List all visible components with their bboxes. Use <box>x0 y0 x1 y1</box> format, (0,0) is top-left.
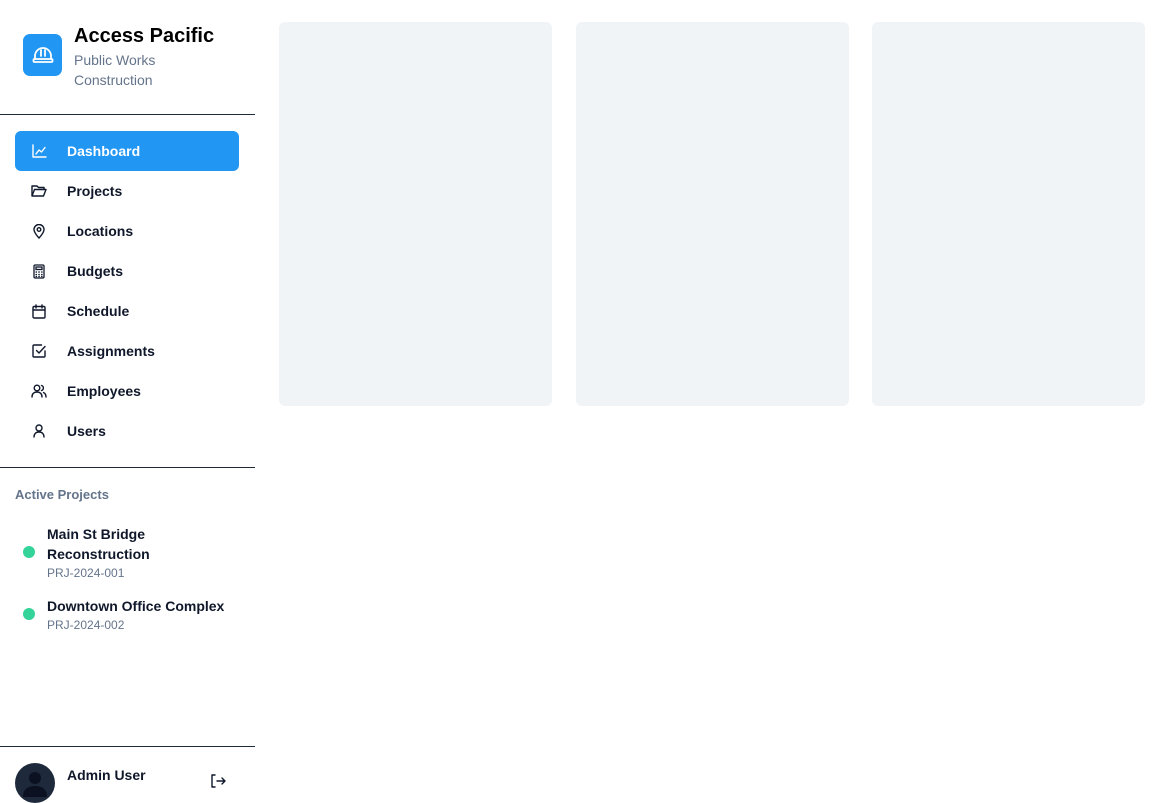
nav-label: Employees <box>67 383 141 399</box>
calculator-icon <box>31 263 47 279</box>
brand-header: Access Pacific Public Works Construction <box>0 0 255 115</box>
main-nav: Dashboard Projects Locations Budgets Sch… <box>15 131 239 451</box>
nav-label: Schedule <box>67 303 130 319</box>
status-dot-icon <box>23 608 35 620</box>
divider <box>0 467 255 468</box>
project-name: Downtown Office Complex <box>47 598 225 614</box>
nav-label: Projects <box>67 183 123 199</box>
calendar-icon <box>31 303 47 319</box>
sidebar: Access Pacific Public Works Construction… <box>0 0 255 803</box>
status-dot-icon <box>23 546 35 558</box>
app-subtitle: Public Works Construction <box>74 52 156 88</box>
app-title: Access Pacific <box>74 25 215 47</box>
folder-open-icon <box>31 183 47 199</box>
users-icon <box>31 383 47 399</box>
project-code: PRJ-2024-002 <box>47 618 125 632</box>
nav-label: Locations <box>67 223 134 239</box>
project-code: PRJ-2024-001 <box>47 566 125 580</box>
nav-item-dashboard[interactable]: Dashboard <box>15 131 239 171</box>
active-project-item[interactable]: Downtown Office Complex PRJ-2024-002 <box>23 596 243 636</box>
nav-item-projects[interactable]: Projects <box>15 171 239 211</box>
user-name: Admin User <box>67 767 146 783</box>
divider <box>0 746 255 747</box>
map-pin-icon <box>31 223 47 239</box>
nav-label: Users <box>67 423 106 439</box>
nav-label: Budgets <box>67 263 123 279</box>
dashboard-card-placeholder <box>576 22 849 406</box>
avatar[interactable] <box>15 763 55 803</box>
nav-item-schedule[interactable]: Schedule <box>15 291 239 331</box>
user-avatar-icon <box>23 772 47 797</box>
check-square-icon <box>31 343 47 359</box>
nav-label: Assignments <box>67 343 155 359</box>
user-icon <box>31 423 47 439</box>
project-name: Main St Bridge Reconstruction <box>47 526 150 562</box>
hard-hat-icon[interactable] <box>23 34 62 76</box>
nav-item-employees[interactable]: Employees <box>15 371 239 411</box>
nav-item-users[interactable]: Users <box>15 411 239 451</box>
active-projects-heading: Active Projects <box>15 487 109 502</box>
nav-item-locations[interactable]: Locations <box>15 211 239 251</box>
chart-line-icon <box>31 143 47 159</box>
dashboard-card-placeholder <box>279 22 552 406</box>
dashboard-card-placeholder <box>872 22 1145 406</box>
nav-item-budgets[interactable]: Budgets <box>15 251 239 291</box>
logout-icon[interactable] <box>210 774 228 790</box>
nav-item-assignments[interactable]: Assignments <box>15 331 239 371</box>
nav-label: Dashboard <box>67 143 141 159</box>
active-project-item[interactable]: Main St Bridge Reconstruction PRJ-2024-0… <box>23 524 243 582</box>
